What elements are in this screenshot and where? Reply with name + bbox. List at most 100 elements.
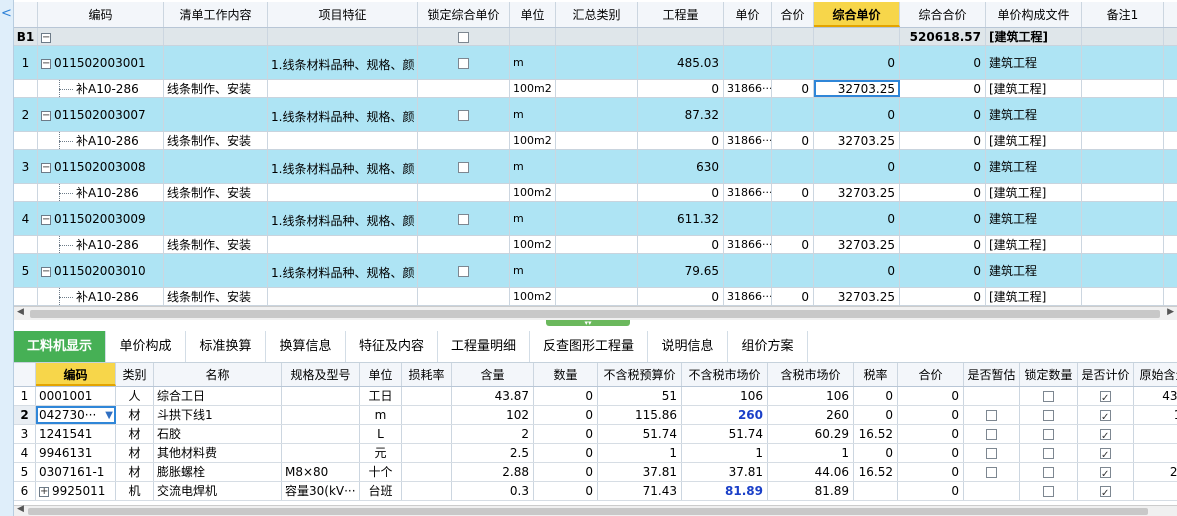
material-qty[interactable]: 0 [534, 387, 598, 405]
material-tax-rate[interactable]: 16.52 [854, 425, 898, 443]
material-tax-rate[interactable] [854, 482, 898, 500]
sub-composite-unit-price[interactable]: 32703.25 [814, 288, 900, 305]
material-tax-rate[interactable]: 16.52 [854, 463, 898, 481]
col-is-priced[interactable]: 是否计价 [1078, 363, 1134, 386]
item-quantity[interactable]: 485.03 [638, 46, 724, 79]
material-name[interactable]: 综合工日 [154, 387, 282, 405]
sub-composite-unit-price[interactable]: 32703.25 [814, 132, 900, 149]
item-price-file[interactable]: 建筑工程 [986, 46, 1082, 79]
material-unit[interactable]: 工日 [360, 387, 402, 405]
sub-work[interactable]: 线条制作、安装 [164, 80, 268, 97]
material-qty[interactable]: 0 [534, 482, 598, 500]
scroll-thumb[interactable] [30, 310, 1160, 318]
tab-standard-conversion[interactable]: 标准换算 [186, 331, 266, 362]
material-unit[interactable]: m [360, 406, 402, 424]
collapse-icon[interactable]: − [41, 266, 51, 277]
table-row-sub[interactable]: 补A10-286 线条制作、安装 100m2 0 31866··· 0 32703.25 0[… [14, 80, 1177, 98]
col-is-provisional[interactable]: 是否暂估 [964, 363, 1020, 386]
table-row-item[interactable]: 2−011502003007 1.线条材料品种、规格、颜色:斗拱下线3 m 87.32… [14, 98, 1177, 132]
material-spec[interactable] [282, 387, 360, 405]
sub-price-file[interactable]: [建筑工程] [986, 288, 1082, 305]
table-row-item[interactable]: 5−0115020030101.线条材料品种、规格、颜色:饰线3m79.6500… [14, 254, 1177, 288]
item-feature[interactable]: 1.线条材料品种、规格、颜色:斗拱下线3 [268, 98, 418, 131]
table-row[interactable]: 10001001人综合工日工日43.870511061060043.8 [14, 387, 1177, 406]
material-content[interactable]: 2 [452, 425, 534, 443]
material-qty[interactable]: 0 [534, 444, 598, 462]
item-unit[interactable]: m [510, 254, 556, 287]
table-row[interactable]: 49946131材其他材料费元2.50111002. [14, 444, 1177, 463]
item-feature[interactable]: 1.线条材料品种、规格、颜色:饰线2 [268, 202, 418, 235]
sub-quantity[interactable]: 0 [638, 80, 724, 97]
table-row-item[interactable]: 1−011502003001 1.线条材料品种、规格、颜色:斗拱下线1 m 485.0… [14, 46, 1177, 80]
item-price-file[interactable]: 建筑工程 [986, 202, 1082, 235]
col-summary-type[interactable]: 汇总类别 [556, 2, 638, 27]
material-tax-rate[interactable]: 0 [854, 387, 898, 405]
material-loss[interactable] [402, 387, 452, 405]
item-unit[interactable]: m [510, 98, 556, 131]
tab-price-composition[interactable]: 单价构成 [106, 331, 186, 362]
sub-code[interactable]: 补A10-286 [76, 134, 139, 148]
col-sum[interactable]: 合价 [898, 363, 964, 386]
item-quantity[interactable]: 79.65 [638, 254, 724, 287]
material-code[interactable]: 0307161-1 [39, 465, 104, 479]
lock-qty-checkbox[interactable] [1043, 429, 1054, 440]
sub-unit-price[interactable]: 31866··· [724, 288, 772, 305]
lock-qty-checkbox[interactable] [1043, 391, 1054, 402]
item-composite-unit-price[interactable]: 0 [814, 46, 900, 79]
chevron-down-icon[interactable]: ▾▾ [546, 320, 630, 327]
col-qty[interactable]: 数量 [534, 363, 598, 386]
lock-price-checkbox[interactable] [458, 266, 469, 277]
col-feature[interactable]: 项目特征 [268, 2, 418, 27]
material-code-editor[interactable]: 042730··· ▼ [36, 406, 116, 424]
material-budget-price[interactable]: 1 [598, 444, 682, 462]
provisional-checkbox[interactable] [986, 429, 997, 440]
material-code[interactable]: 9925011 [52, 484, 105, 498]
lock-qty-checkbox[interactable] [1043, 448, 1054, 459]
material-market-price[interactable]: 260 [682, 406, 768, 424]
material-market-price[interactable]: 51.74 [682, 425, 768, 443]
material-spec[interactable] [282, 444, 360, 462]
material-name[interactable]: 石胶 [154, 425, 282, 443]
col-budget-price[interactable]: 不含税预算价 [598, 363, 682, 386]
item-composite-unit-price[interactable]: 0 [814, 202, 900, 235]
col-remark[interactable]: 备注1 [1082, 2, 1164, 27]
table-row[interactable]: 2042730···▼材斗拱下线1m1020115.862602600010 [14, 406, 1177, 425]
material-loss[interactable] [402, 444, 452, 462]
item-feature[interactable]: 1.线条材料品种、规格、颜色:斗拱下线1 [268, 46, 418, 79]
table-row-item[interactable]: 4−011502003009 1.线条材料品种、规格、颜色:饰线2 m 611.32 0… [14, 202, 1177, 236]
material-market-price-tax[interactable]: 260 [768, 406, 854, 424]
provisional-checkbox[interactable] [986, 467, 997, 478]
col-quantity[interactable]: 工程量 [638, 2, 724, 27]
material-qty[interactable]: 0 [534, 425, 598, 443]
tab-reverse-graphic-quantity[interactable]: 反查图形工程量 [530, 331, 648, 362]
item-quantity[interactable]: 630 [638, 150, 724, 183]
material-unit[interactable]: 元 [360, 444, 402, 462]
tab-conversion-info[interactable]: 换算信息 [266, 331, 346, 362]
sub-price-file[interactable]: [建筑工程] [986, 236, 1082, 253]
material-spec[interactable]: M8×80 [282, 463, 360, 481]
material-loss[interactable] [402, 406, 452, 424]
panel-splitter[interactable]: ▾▾ [14, 320, 1177, 328]
col-content[interactable]: 含量 [452, 363, 534, 386]
lock-price-checkbox[interactable] [458, 58, 469, 69]
material-content[interactable]: 2.5 [452, 444, 534, 462]
material-content[interactable]: 43.87 [452, 387, 534, 405]
material-unit[interactable]: 十个 [360, 463, 402, 481]
sub-work[interactable]: 线条制作、安装 [164, 184, 268, 201]
sub-price-file[interactable]: [建筑工程] [986, 132, 1082, 149]
table-row[interactable]: 5 0307161-1 材膨胀螺栓 M8×80 十个 2.88 0 37.81 37.81 44.… [14, 463, 1177, 482]
sub-price-file[interactable]: [建筑工程] [986, 80, 1082, 97]
priced-checkbox[interactable] [1100, 465, 1111, 481]
table-row-item[interactable]: 3−0115020030081.线条材料品种、规格、颜色:饰线1m63000建筑… [14, 150, 1177, 184]
sub-unit[interactable]: 100m2 [510, 288, 556, 305]
scroll-left-icon[interactable]: ◀ [17, 504, 24, 514]
col-code[interactable]: 编码 [36, 363, 116, 386]
sub-quantity[interactable]: 0 [638, 132, 724, 149]
chevron-left-icon[interactable]: < [1, 6, 12, 21]
table-row[interactable]: 6 +9925011 机交流电焊机 容量30(kV··· 台班 0.3 0 71.43 81.8… [14, 482, 1177, 501]
tab-features-content[interactable]: 特征及内容 [346, 331, 438, 362]
lock-price-checkbox[interactable] [458, 32, 469, 43]
collapse-icon[interactable]: − [41, 110, 51, 121]
sub-unit-price[interactable]: 31866··· [724, 184, 772, 201]
priced-checkbox[interactable] [1100, 484, 1111, 500]
